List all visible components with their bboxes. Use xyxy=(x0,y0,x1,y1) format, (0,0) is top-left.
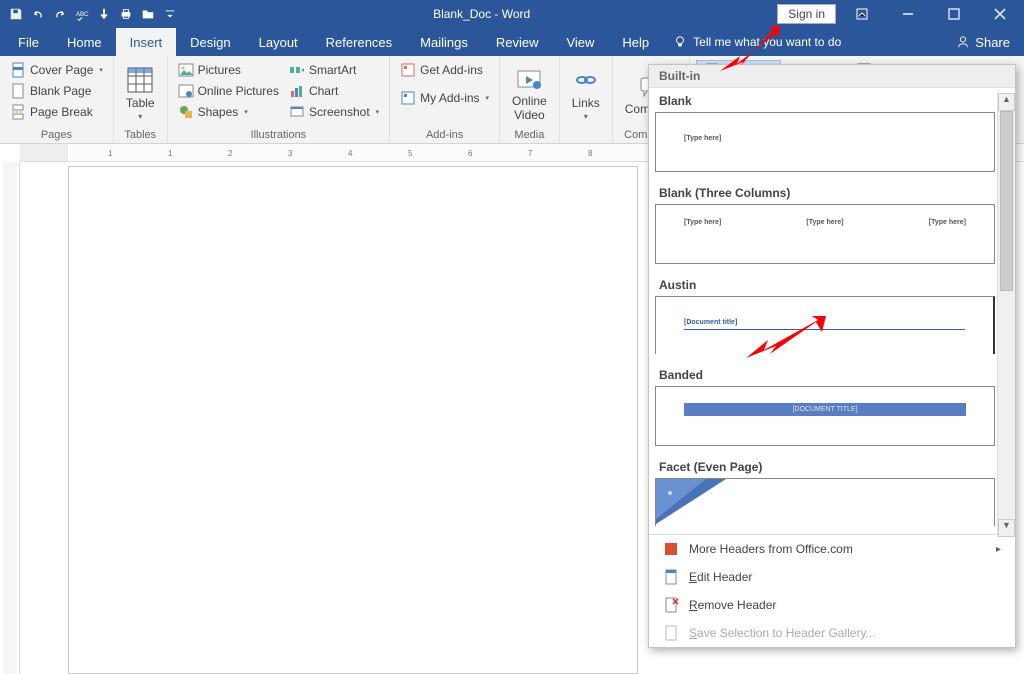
office-icon xyxy=(663,541,679,557)
edit-header-button[interactable]: Edit Header xyxy=(649,563,1015,591)
ribbon-display-icon[interactable] xyxy=(842,1,882,27)
svg-text:ABC: ABC xyxy=(76,11,89,18)
gallery-list: Blank [Type here] Blank (Three Columns) … xyxy=(649,88,1015,534)
svg-text:4: 4 xyxy=(348,149,353,158)
group-tables: Table▾ Tables xyxy=(114,56,168,143)
svg-text:7: 7 xyxy=(528,149,533,158)
svg-text:5: 5 xyxy=(408,149,413,158)
share-icon xyxy=(956,35,970,49)
tabs-bar: File Home Insert Design Layout Reference… xyxy=(0,28,1024,56)
folder-icon[interactable] xyxy=(138,4,158,24)
pictures-button[interactable]: Pictures xyxy=(174,60,283,80)
title-bar: ABC Blank_Doc - Word Sign in xyxy=(0,0,1024,28)
group-label-addins: Add-ins xyxy=(396,127,493,141)
minimize-icon[interactable] xyxy=(888,1,928,27)
vertical-ruler[interactable] xyxy=(0,162,20,674)
sign-in-button[interactable]: Sign in xyxy=(777,4,836,24)
group-label-pages: Pages xyxy=(6,127,107,141)
tab-review[interactable]: Review xyxy=(482,28,553,56)
page-break-button[interactable]: Page Break xyxy=(6,102,107,122)
close-icon[interactable] xyxy=(980,1,1020,27)
redo-icon[interactable] xyxy=(50,4,70,24)
group-media: Online Video Media xyxy=(500,56,560,143)
tab-layout[interactable]: Layout xyxy=(245,28,312,56)
blank-page-button[interactable]: Blank Page xyxy=(6,81,107,101)
spell-icon[interactable]: ABC xyxy=(72,4,92,24)
quick-access-toolbar: ABC xyxy=(0,4,186,24)
tab-help[interactable]: Help xyxy=(608,28,663,56)
svg-text:3: 3 xyxy=(288,149,293,158)
touch-icon[interactable] xyxy=(94,4,114,24)
scroll-up-icon[interactable]: ▲ xyxy=(998,93,1015,111)
smartart-button[interactable]: SmartArt xyxy=(285,60,383,80)
gallery-item-blank[interactable]: [Type here] xyxy=(655,112,995,172)
gallery-item-austin[interactable]: [Document title] xyxy=(655,296,995,354)
gallery-item-austin-label: Austin xyxy=(655,272,995,296)
gallery-item-facet-label: Facet (Even Page) xyxy=(655,454,995,478)
group-pages: Cover Page▾ Blank Page Page Break Pages xyxy=(0,56,114,143)
group-links: Links▾ xyxy=(560,56,613,143)
tab-design[interactable]: Design xyxy=(176,28,244,56)
tab-mailings[interactable]: Mailings xyxy=(406,28,482,56)
chart-button[interactable]: Chart xyxy=(285,81,383,101)
tab-insert[interactable]: Insert xyxy=(116,28,177,56)
svg-text:1: 1 xyxy=(108,149,113,158)
gallery-item-three-label: Blank (Three Columns) xyxy=(655,180,995,204)
print-icon[interactable] xyxy=(116,4,136,24)
gallery-item-three-columns[interactable]: [Type here] [Type here] [Type here] xyxy=(655,204,995,264)
scroll-down-icon[interactable]: ▼ xyxy=(998,519,1015,537)
gallery-item-banded-label: Banded xyxy=(655,362,995,386)
remove-icon xyxy=(663,597,679,613)
gallery-scrollbar[interactable]: ▲ ▼ xyxy=(997,93,1015,537)
svg-text:8: 8 xyxy=(588,149,593,158)
tab-references[interactable]: References xyxy=(312,28,406,56)
tell-me-search[interactable]: Tell me what you want to do xyxy=(663,28,851,56)
lightbulb-icon xyxy=(673,35,687,49)
maximize-icon[interactable] xyxy=(934,1,974,27)
online-video-button[interactable]: Online Video xyxy=(506,60,553,127)
svg-text:2: 2 xyxy=(228,149,233,158)
cover-page-button[interactable]: Cover Page▾ xyxy=(6,60,107,80)
group-illustrations: Pictures Online Pictures Shapes▾ SmartAr… xyxy=(168,56,391,143)
scroll-thumb[interactable] xyxy=(1000,111,1013,291)
gallery-section-built-in: Built-in xyxy=(649,65,1015,88)
get-addins-button[interactable]: Get Add-ins xyxy=(396,60,493,80)
remove-header-button[interactable]: Remove Header xyxy=(649,591,1015,619)
gallery-item-facet[interactable] xyxy=(655,478,995,526)
svg-text:6: 6 xyxy=(468,149,473,158)
document-title: Blank_Doc - Word xyxy=(186,7,777,21)
edit-icon xyxy=(663,569,679,585)
header-gallery-dropdown: Built-in Blank [Type here] Blank (Three … xyxy=(648,64,1016,648)
group-addins: Get Add-ins My Add-ins▾ Add-ins xyxy=(390,56,500,143)
more-headers-button[interactable]: More Headers from Office.com xyxy=(649,535,1015,563)
links-button[interactable]: Links▾ xyxy=(566,60,606,127)
gallery-item-banded[interactable]: [DOCUMENT TITLE] xyxy=(655,386,995,446)
qat-customize-icon[interactable] xyxy=(160,4,180,24)
tab-home[interactable]: Home xyxy=(53,28,116,56)
group-label-illustrations: Illustrations xyxy=(174,127,384,141)
share-button[interactable]: Share xyxy=(942,28,1024,56)
online-pictures-button[interactable]: Online Pictures xyxy=(174,81,283,101)
group-label-tables: Tables xyxy=(120,127,161,141)
shapes-button[interactable]: Shapes▾ xyxy=(174,102,283,122)
table-button[interactable]: Table▾ xyxy=(120,60,161,127)
save-to-gallery-button: Save Selection to Header Gallery... xyxy=(649,619,1015,647)
group-label-media: Media xyxy=(506,127,553,141)
undo-icon[interactable] xyxy=(28,4,48,24)
screenshot-button[interactable]: Screenshot▾ xyxy=(285,102,383,122)
tab-file[interactable]: File xyxy=(4,28,53,56)
gallery-menu: More Headers from Office.com Edit Header… xyxy=(649,534,1015,647)
svg-text:1: 1 xyxy=(168,149,173,158)
page-canvas[interactable] xyxy=(68,166,638,674)
save-icon[interactable] xyxy=(6,4,26,24)
tab-view[interactable]: View xyxy=(552,28,608,56)
my-addins-button[interactable]: My Add-ins▾ xyxy=(396,88,493,108)
save-selection-icon xyxy=(663,625,679,641)
gallery-item-blank-label: Blank xyxy=(655,88,995,112)
